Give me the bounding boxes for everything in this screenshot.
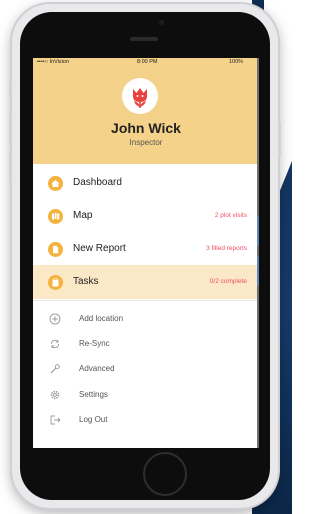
menu-label: Dashboard bbox=[73, 177, 122, 188]
tulip-icon bbox=[133, 88, 147, 108]
menu-item-new-report[interactable]: New Report 3 filled reports bbox=[33, 232, 257, 266]
menu-item-re-sync[interactable]: Re-Sync bbox=[33, 333, 257, 357]
menu-divider bbox=[33, 300, 257, 301]
menu-item-settings[interactable]: Settings bbox=[33, 384, 257, 408]
menu-label: Re-Sync bbox=[79, 339, 110, 348]
menu-label: Tasks bbox=[73, 276, 99, 287]
home-button[interactable] bbox=[143, 452, 187, 496]
document-icon bbox=[48, 242, 63, 257]
menu-item-advanced[interactable]: Advanced bbox=[33, 358, 257, 382]
menu-meta: 0/2 complete bbox=[209, 278, 247, 285]
earpiece-speaker bbox=[130, 37, 158, 41]
drawer-header: ••••○ InVision 8:00 PM 100% John Wick In… bbox=[33, 58, 257, 164]
menu-meta: 2 plot visits bbox=[214, 212, 247, 219]
gear-icon bbox=[50, 390, 60, 400]
carrier-label: ••••○ InVision bbox=[37, 59, 70, 65]
navigation-drawer: ••••○ InVision 8:00 PM 100% John Wick In… bbox=[33, 58, 257, 448]
menu-label: Add location bbox=[79, 314, 124, 323]
plus-circle-icon bbox=[49, 313, 61, 325]
home-icon bbox=[48, 176, 63, 191]
clipboard-icon bbox=[48, 275, 63, 290]
menu-item-tasks[interactable]: Tasks 0/2 complete bbox=[33, 265, 257, 299]
menu-label: New Report bbox=[73, 243, 126, 254]
menu-meta: 3 filled reports bbox=[206, 245, 247, 252]
status-bar: ••••○ InVision 8:00 PM 100% bbox=[33, 58, 259, 68]
menu-label: Map bbox=[73, 210, 93, 221]
profile-role: Inspector bbox=[129, 138, 163, 147]
clock-label: 8:00 PM bbox=[137, 59, 158, 65]
phone-screen: ••••○ InVision 8:00 PM 100% John Wick In… bbox=[33, 58, 259, 448]
menu-label: Advanced bbox=[79, 364, 115, 373]
profile-name: John Wick bbox=[111, 120, 181, 136]
avatar[interactable] bbox=[122, 78, 158, 114]
wrench-icon bbox=[50, 364, 60, 374]
logout-icon bbox=[50, 415, 61, 425]
menu-item-dashboard[interactable]: Dashboard bbox=[33, 166, 257, 200]
menu-item-map[interactable]: Map 2 plot visits bbox=[33, 199, 257, 233]
battery-label: 100% bbox=[229, 59, 244, 65]
menu-label: Settings bbox=[79, 390, 108, 399]
sync-icon bbox=[51, 339, 59, 349]
menu-item-log-out[interactable]: Log Out bbox=[33, 409, 257, 433]
menu-item-add-location[interactable]: Add location bbox=[33, 308, 257, 332]
front-camera bbox=[159, 20, 164, 25]
map-icon bbox=[48, 209, 63, 224]
menu-label: Log Out bbox=[79, 415, 108, 424]
power-button bbox=[278, 122, 281, 156]
